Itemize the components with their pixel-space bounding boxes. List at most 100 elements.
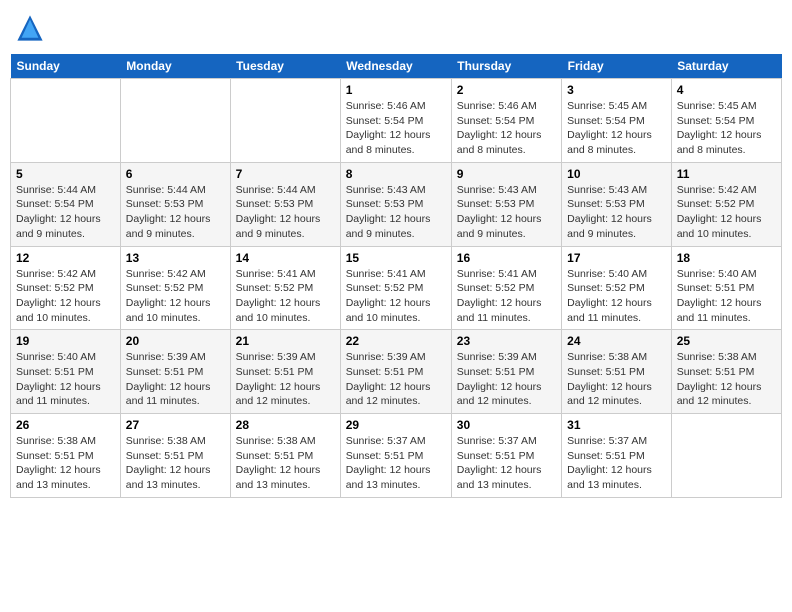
day-info: Sunrise: 5:44 AMSunset: 5:54 PMDaylight:… [16, 183, 115, 242]
day-cell: 4 Sunrise: 5:45 AMSunset: 5:54 PMDaylight… [671, 79, 781, 163]
day-number: 25 [677, 334, 776, 348]
day-info: Sunrise: 5:41 AMSunset: 5:52 PMDaylight:… [457, 267, 556, 326]
day-number: 10 [567, 167, 666, 181]
day-number: 24 [567, 334, 666, 348]
day-number: 26 [16, 418, 115, 432]
day-cell: 12 Sunrise: 5:42 AMSunset: 5:52 PMDayligh… [11, 246, 121, 330]
day-number: 23 [457, 334, 556, 348]
day-cell: 25 Sunrise: 5:38 AMSunset: 5:51 PMDayligh… [671, 330, 781, 414]
day-number: 17 [567, 251, 666, 265]
day-number: 11 [677, 167, 776, 181]
day-number: 16 [457, 251, 556, 265]
day-cell: 7Sunrise: 5:44 AMSunset: 5:53 PMDaylight… [230, 162, 340, 246]
day-cell [11, 79, 121, 163]
day-info: Sunrise: 5:37 AMSunset: 5:51 PMDaylight:… [457, 434, 556, 493]
day-cell: 11 Sunrise: 5:42 AMSunset: 5:52 PMDayligh… [671, 162, 781, 246]
day-info: Sunrise: 5:38 AMSunset: 5:51 PMDaylight:… [126, 434, 225, 493]
weekday-header-tuesday: Tuesday [230, 54, 340, 79]
day-number: 27 [126, 418, 225, 432]
day-cell: 20Sunrise: 5:39 AMSunset: 5:51 PMDayligh… [120, 330, 230, 414]
day-number: 28 [236, 418, 335, 432]
day-number: 18 [677, 251, 776, 265]
day-number: 30 [457, 418, 556, 432]
day-cell: 16 Sunrise: 5:41 AMSunset: 5:52 PMDayligh… [451, 246, 561, 330]
calendar-table: SundayMondayTuesdayWednesdayThursdayFrid… [10, 54, 782, 498]
day-cell: 13 Sunrise: 5:42 AMSunset: 5:52 PMDayligh… [120, 246, 230, 330]
day-info: Sunrise: 5:42 AMSunset: 5:52 PMDaylight:… [677, 183, 776, 242]
day-number: 9 [457, 167, 556, 181]
day-cell: 9Sunrise: 5:43 AMSunset: 5:53 PMDaylight… [451, 162, 561, 246]
day-info: Sunrise: 5:39 AMSunset: 5:51 PMDaylight:… [457, 350, 556, 409]
day-number: 6 [126, 167, 225, 181]
day-number: 31 [567, 418, 666, 432]
day-cell [671, 414, 781, 498]
day-info: Sunrise: 5:42 AMSunset: 5:52 PMDaylight:… [16, 267, 115, 326]
day-number: 4 [677, 83, 776, 97]
day-number: 2 [457, 83, 556, 97]
day-number: 22 [346, 334, 446, 348]
day-cell: 27 Sunrise: 5:38 AMSunset: 5:51 PMDayligh… [120, 414, 230, 498]
day-info: Sunrise: 5:38 AMSunset: 5:51 PMDaylight:… [16, 434, 115, 493]
day-cell: 29Sunrise: 5:37 AMSunset: 5:51 PMDayligh… [340, 414, 451, 498]
day-cell: 17 Sunrise: 5:40 AMSunset: 5:52 PMDayligh… [562, 246, 672, 330]
day-cell: 26 Sunrise: 5:38 AMSunset: 5:51 PMDayligh… [11, 414, 121, 498]
weekday-header-friday: Friday [562, 54, 672, 79]
day-info: Sunrise: 5:44 AMSunset: 5:53 PMDaylight:… [126, 183, 225, 242]
day-number: 5 [16, 167, 115, 181]
day-cell: 19Sunrise: 5:40 AMSunset: 5:51 PMDayligh… [11, 330, 121, 414]
day-info: Sunrise: 5:40 AMSunset: 5:51 PMDaylight:… [16, 350, 115, 409]
logo-icon [16, 14, 44, 42]
weekday-header-saturday: Saturday [671, 54, 781, 79]
weekday-header-row: SundayMondayTuesdayWednesdayThursdayFrid… [11, 54, 782, 79]
day-cell: 31Sunrise: 5:37 AMSunset: 5:51 PMDayligh… [562, 414, 672, 498]
day-info: Sunrise: 5:43 AMSunset: 5:53 PMDaylight:… [567, 183, 666, 242]
weekday-header-wednesday: Wednesday [340, 54, 451, 79]
day-info: Sunrise: 5:42 AMSunset: 5:52 PMDaylight:… [126, 267, 225, 326]
day-cell: 23 Sunrise: 5:39 AMSunset: 5:51 PMDayligh… [451, 330, 561, 414]
day-info: Sunrise: 5:38 AMSunset: 5:51 PMDaylight:… [236, 434, 335, 493]
week-row-5: 26 Sunrise: 5:38 AMSunset: 5:51 PMDayligh… [11, 414, 782, 498]
day-info: Sunrise: 5:46 AMSunset: 5:54 PMDaylight:… [346, 99, 446, 158]
day-info: Sunrise: 5:46 AMSunset: 5:54 PMDaylight:… [457, 99, 556, 158]
weekday-header-thursday: Thursday [451, 54, 561, 79]
day-cell: 18 Sunrise: 5:40 AMSunset: 5:51 PMDayligh… [671, 246, 781, 330]
day-number: 3 [567, 83, 666, 97]
day-cell: 3Sunrise: 5:45 AMSunset: 5:54 PMDaylight… [562, 79, 672, 163]
day-info: Sunrise: 5:38 AMSunset: 5:51 PMDaylight:… [567, 350, 666, 409]
day-info: Sunrise: 5:39 AMSunset: 5:51 PMDaylight:… [236, 350, 335, 409]
weekday-header-monday: Monday [120, 54, 230, 79]
weekday-header-sunday: Sunday [11, 54, 121, 79]
day-number: 12 [16, 251, 115, 265]
day-cell: 2 Sunrise: 5:46 AMSunset: 5:54 PMDaylight… [451, 79, 561, 163]
day-info: Sunrise: 5:39 AMSunset: 5:51 PMDaylight:… [126, 350, 225, 409]
day-cell: 22 Sunrise: 5:39 AMSunset: 5:51 PMDayligh… [340, 330, 451, 414]
day-info: Sunrise: 5:40 AMSunset: 5:52 PMDaylight:… [567, 267, 666, 326]
day-cell: 8 Sunrise: 5:43 AMSunset: 5:53 PMDaylight… [340, 162, 451, 246]
day-number: 13 [126, 251, 225, 265]
day-info: Sunrise: 5:44 AMSunset: 5:53 PMDaylight:… [236, 183, 335, 242]
day-info: Sunrise: 5:38 AMSunset: 5:51 PMDaylight:… [677, 350, 776, 409]
day-cell: 15Sunrise: 5:41 AMSunset: 5:52 PMDayligh… [340, 246, 451, 330]
day-number: 29 [346, 418, 446, 432]
day-cell: 6 Sunrise: 5:44 AMSunset: 5:53 PMDaylight… [120, 162, 230, 246]
day-info: Sunrise: 5:41 AMSunset: 5:52 PMDaylight:… [236, 267, 335, 326]
day-info: Sunrise: 5:43 AMSunset: 5:53 PMDaylight:… [346, 183, 446, 242]
day-info: Sunrise: 5:41 AMSunset: 5:52 PMDaylight:… [346, 267, 446, 326]
day-number: 8 [346, 167, 446, 181]
day-cell: 24 Sunrise: 5:38 AMSunset: 5:51 PMDayligh… [562, 330, 672, 414]
day-cell [230, 79, 340, 163]
day-cell: 21Sunrise: 5:39 AMSunset: 5:51 PMDayligh… [230, 330, 340, 414]
day-number: 1 [346, 83, 446, 97]
day-cell: 14Sunrise: 5:41 AMSunset: 5:52 PMDayligh… [230, 246, 340, 330]
day-info: Sunrise: 5:45 AMSunset: 5:54 PMDaylight:… [677, 99, 776, 158]
week-row-4: 19Sunrise: 5:40 AMSunset: 5:51 PMDayligh… [11, 330, 782, 414]
day-cell: 28 Sunrise: 5:38 AMSunset: 5:51 PMDayligh… [230, 414, 340, 498]
day-cell: 10 Sunrise: 5:43 AMSunset: 5:53 PMDayligh… [562, 162, 672, 246]
day-cell: 1 Sunrise: 5:46 AMSunset: 5:54 PMDaylight… [340, 79, 451, 163]
week-row-3: 12 Sunrise: 5:42 AMSunset: 5:52 PMDayligh… [11, 246, 782, 330]
day-cell: 5 Sunrise: 5:44 AMSunset: 5:54 PMDaylight… [11, 162, 121, 246]
day-info: Sunrise: 5:39 AMSunset: 5:51 PMDaylight:… [346, 350, 446, 409]
week-row-2: 5 Sunrise: 5:44 AMSunset: 5:54 PMDaylight… [11, 162, 782, 246]
day-info: Sunrise: 5:40 AMSunset: 5:51 PMDaylight:… [677, 267, 776, 326]
week-row-1: 1 Sunrise: 5:46 AMSunset: 5:54 PMDaylight… [11, 79, 782, 163]
